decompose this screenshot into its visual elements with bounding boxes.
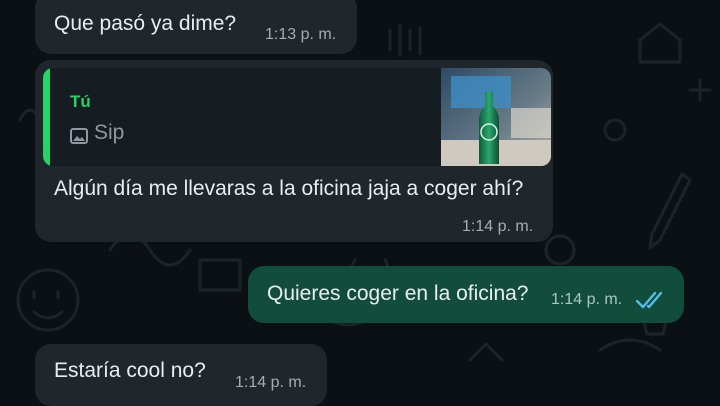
message-text: Quieres coger en la oficina? bbox=[267, 282, 529, 305]
message-time: 1:14 p. m. bbox=[462, 218, 534, 235]
message-time: 1:13 p. m. bbox=[265, 26, 337, 43]
message-bubble[interactable]: Tú Sip Algún día me llevaras a la oficin… bbox=[35, 60, 553, 242]
quoted-message[interactable]: Tú Sip bbox=[43, 68, 551, 166]
double-check-icon bbox=[635, 291, 663, 309]
quoted-text: Sip bbox=[94, 121, 125, 144]
quoted-image-thumbnail[interactable] bbox=[441, 68, 551, 166]
message-time: 1:14 p. m. bbox=[235, 374, 307, 391]
quoted-author: Tú bbox=[70, 92, 91, 111]
message-bubble[interactable]: Que pasó ya dime? 1:13 p. m. bbox=[35, 0, 357, 54]
message-text: Algún día me llevaras a la oficina jaja … bbox=[54, 177, 524, 200]
message-time: 1:14 p. m. bbox=[551, 291, 623, 308]
message-text: Que pasó ya dime? bbox=[54, 12, 237, 35]
quote-accent-bar bbox=[43, 68, 50, 166]
image-icon bbox=[70, 128, 88, 144]
message-bubble[interactable]: Quieres coger en la oficina? 1:14 p. m. bbox=[248, 266, 684, 323]
message-bubble[interactable]: Estaría cool no? 1:14 p. m. bbox=[35, 344, 327, 406]
message-text: Estaría cool no? bbox=[54, 359, 206, 382]
